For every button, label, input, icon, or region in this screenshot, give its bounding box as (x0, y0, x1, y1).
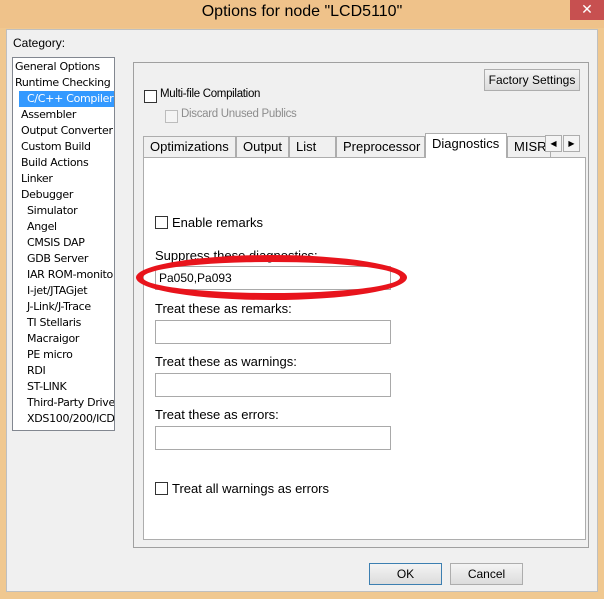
treat-as-warnings-label: Treat these as warnings: (155, 354, 297, 369)
category-item[interactable]: CMSIS DAP (13, 235, 85, 251)
discard-unused-publics-label: Discard Unused Publics (181, 108, 297, 120)
window-title: Options for node "LCD5110" (201, 3, 403, 20)
category-item[interactable]: IAR ROM-monitor (13, 267, 114, 283)
category-item[interactable]: RDI (13, 363, 46, 379)
arrow-right-icon: ▶ (568, 139, 575, 148)
close-icon: ✕ (581, 2, 593, 18)
category-item[interactable]: TI Stellaris (13, 315, 81, 331)
enable-remarks-checkbox[interactable] (155, 216, 168, 229)
category-list[interactable]: General Options Runtime Checking C/C++ Com… (12, 57, 115, 431)
ok-button[interactable]: OK (369, 563, 442, 585)
category-item[interactable]: Macraigor (13, 331, 79, 347)
multi-file-compilation-label: Multi-file Compilation (160, 88, 261, 100)
tab-list[interactable]: List (289, 136, 336, 157)
treat-as-remarks-input[interactable] (155, 320, 391, 344)
factory-settings-button[interactable]: Factory Settings (484, 69, 580, 91)
category-item[interactable]: Build Actions (13, 155, 89, 171)
category-item[interactable]: Assembler (13, 107, 76, 123)
treat-all-warnings-as-errors-checkbox[interactable] (155, 482, 168, 495)
title-bar[interactable]: Options for node "LCD5110" ✕ (0, 0, 604, 28)
category-item[interactable]: General Options (13, 59, 100, 75)
enable-remarks-label: Enable remarks (172, 215, 264, 230)
category-item[interactable]: Output Converter (13, 123, 113, 139)
tab-scroll-right-button[interactable]: ▶ (563, 135, 580, 152)
category-item[interactable]: GDB Server (13, 251, 88, 267)
category-item[interactable]: Runtime Checking (13, 75, 111, 91)
tab-diagnostics[interactable]: Diagnostics (425, 133, 507, 158)
tab-optimizations[interactable]: Optimizations (143, 136, 236, 157)
category-item[interactable]: C/C++ Compiler (19, 91, 114, 107)
category-item[interactable]: ST-LINK (13, 379, 67, 395)
close-button[interactable]: ✕ (570, 0, 604, 20)
treat-as-errors-label: Treat these as errors: (155, 407, 279, 422)
category-item[interactable]: Simulator (13, 203, 78, 219)
treat-as-errors-input[interactable] (155, 426, 391, 450)
category-item[interactable]: J-Link/J-Trace (13, 299, 91, 315)
category-label: Category: (13, 36, 66, 50)
treat-as-warnings-input[interactable] (155, 373, 391, 397)
options-panel: Factory Settings Multi-file Compilation … (133, 62, 589, 548)
category-item[interactable]: Angel (13, 219, 57, 235)
category-item[interactable]: PE micro (13, 347, 73, 363)
treat-all-warnings-as-errors-label: Treat all warnings as errors (172, 481, 330, 496)
treat-as-remarks-label: Treat these as remarks: (155, 301, 292, 316)
category-item[interactable]: I-jet/JTAGjet (13, 283, 88, 299)
options-tabs: Optimizations Output List Preprocessor D… (143, 133, 551, 158)
discard-unused-publics-checkbox[interactable] (165, 110, 178, 123)
red-ellipse-annotation (136, 255, 407, 300)
multi-file-compilation-checkbox[interactable] (144, 90, 157, 103)
cancel-button[interactable]: Cancel (450, 563, 523, 585)
category-item[interactable]: XDS100/200/ICDI (13, 411, 114, 427)
tab-scroll-left-button[interactable]: ◀ (545, 135, 562, 152)
tab-output[interactable]: Output (236, 136, 289, 157)
category-item[interactable]: Linker (13, 171, 53, 187)
category-item[interactable]: Third-Party Driver (13, 395, 114, 411)
options-dialog: Options for node "LCD5110" ✕ Category: G… (0, 0, 604, 599)
arrow-left-icon: ◀ (550, 139, 557, 148)
diagnostics-page: Enable remarks Suppress these diagnostic… (143, 157, 586, 540)
category-item[interactable]: Debugger (13, 187, 73, 203)
category-item[interactable]: Custom Build (13, 139, 91, 155)
tab-preprocessor[interactable]: Preprocessor (336, 136, 425, 157)
